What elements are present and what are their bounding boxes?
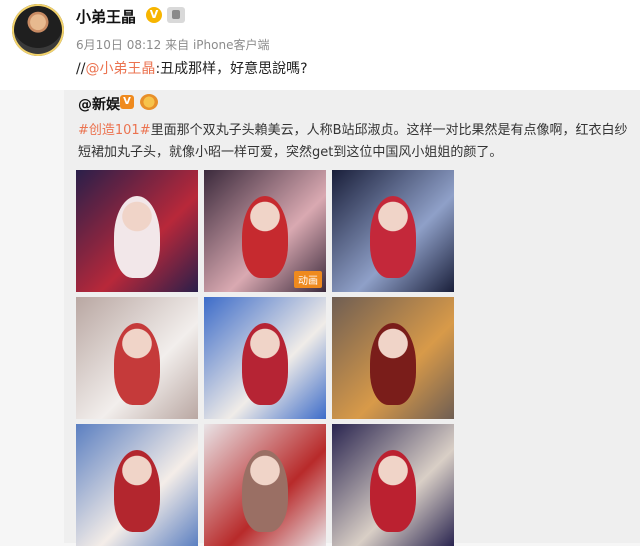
photo-thumbnail[interactable] — [76, 170, 198, 292]
mention-link[interactable]: @小弟王晶 — [85, 61, 155, 77]
photo-thumbnail[interactable] — [204, 424, 326, 546]
person-figure — [114, 323, 160, 405]
original-text: #创造101#里面那个双丸子头賴美云，人称B站邱淑贞。这样一对比果然是有点像啊，… — [78, 120, 634, 164]
post-meta: 6月10日 08:12 来自 iPhone客户端 — [76, 36, 269, 53]
comment-text: :丑成那样，好意思說嗎? — [155, 61, 308, 77]
original-author[interactable]: @新娱 — [78, 94, 120, 114]
post-source: 来自 iPhone客户端 — [165, 38, 270, 52]
person-figure — [370, 196, 416, 278]
user-level-icon — [167, 7, 185, 23]
author-avatar[interactable] — [12, 4, 64, 56]
author-name[interactable]: 小弟王晶 — [76, 6, 136, 27]
photo-thumbnail[interactable]: 动画 — [204, 170, 326, 292]
person-figure — [114, 450, 160, 532]
reposted-card[interactable]: @新娱 V #创造101#里面那个双丸子头賴美云，人称B站邱淑贞。这样一对比果然… — [64, 90, 640, 546]
person-figure — [370, 450, 416, 532]
photo-thumbnail[interactable] — [332, 170, 454, 292]
original-body: 里面那个双丸子头賴美云，人称B站邱淑贞。这样一对比果然是有点像啊，红衣白纱短裙加… — [78, 123, 628, 160]
post-time[interactable]: 6月10日 08:12 — [76, 38, 161, 52]
hashtag-link[interactable]: #创造101# — [78, 123, 151, 138]
verified-v-icon: V — [146, 7, 162, 23]
photo-thumbnail[interactable] — [204, 297, 326, 419]
member-badge-icon — [140, 94, 158, 110]
repost-comment: //@小弟王晶:丑成那样，好意思說嗎? — [76, 58, 308, 78]
photo-thumbnail[interactable] — [332, 297, 454, 419]
post-header: 小弟王晶 V 6月10日 08:12 来自 iPhone客户端 //@小弟王晶:… — [0, 0, 640, 90]
verified-v-icon: V — [120, 95, 134, 109]
person-figure — [242, 196, 288, 278]
person-figure — [242, 323, 288, 405]
person-figure — [370, 323, 416, 405]
person-figure — [114, 196, 160, 278]
gif-badge: 动画 — [294, 271, 322, 288]
photo-thumbnail[interactable] — [76, 297, 198, 419]
photo-thumbnail[interactable] — [332, 424, 454, 546]
person-figure — [242, 450, 288, 532]
photo-thumbnail[interactable] — [76, 424, 198, 546]
